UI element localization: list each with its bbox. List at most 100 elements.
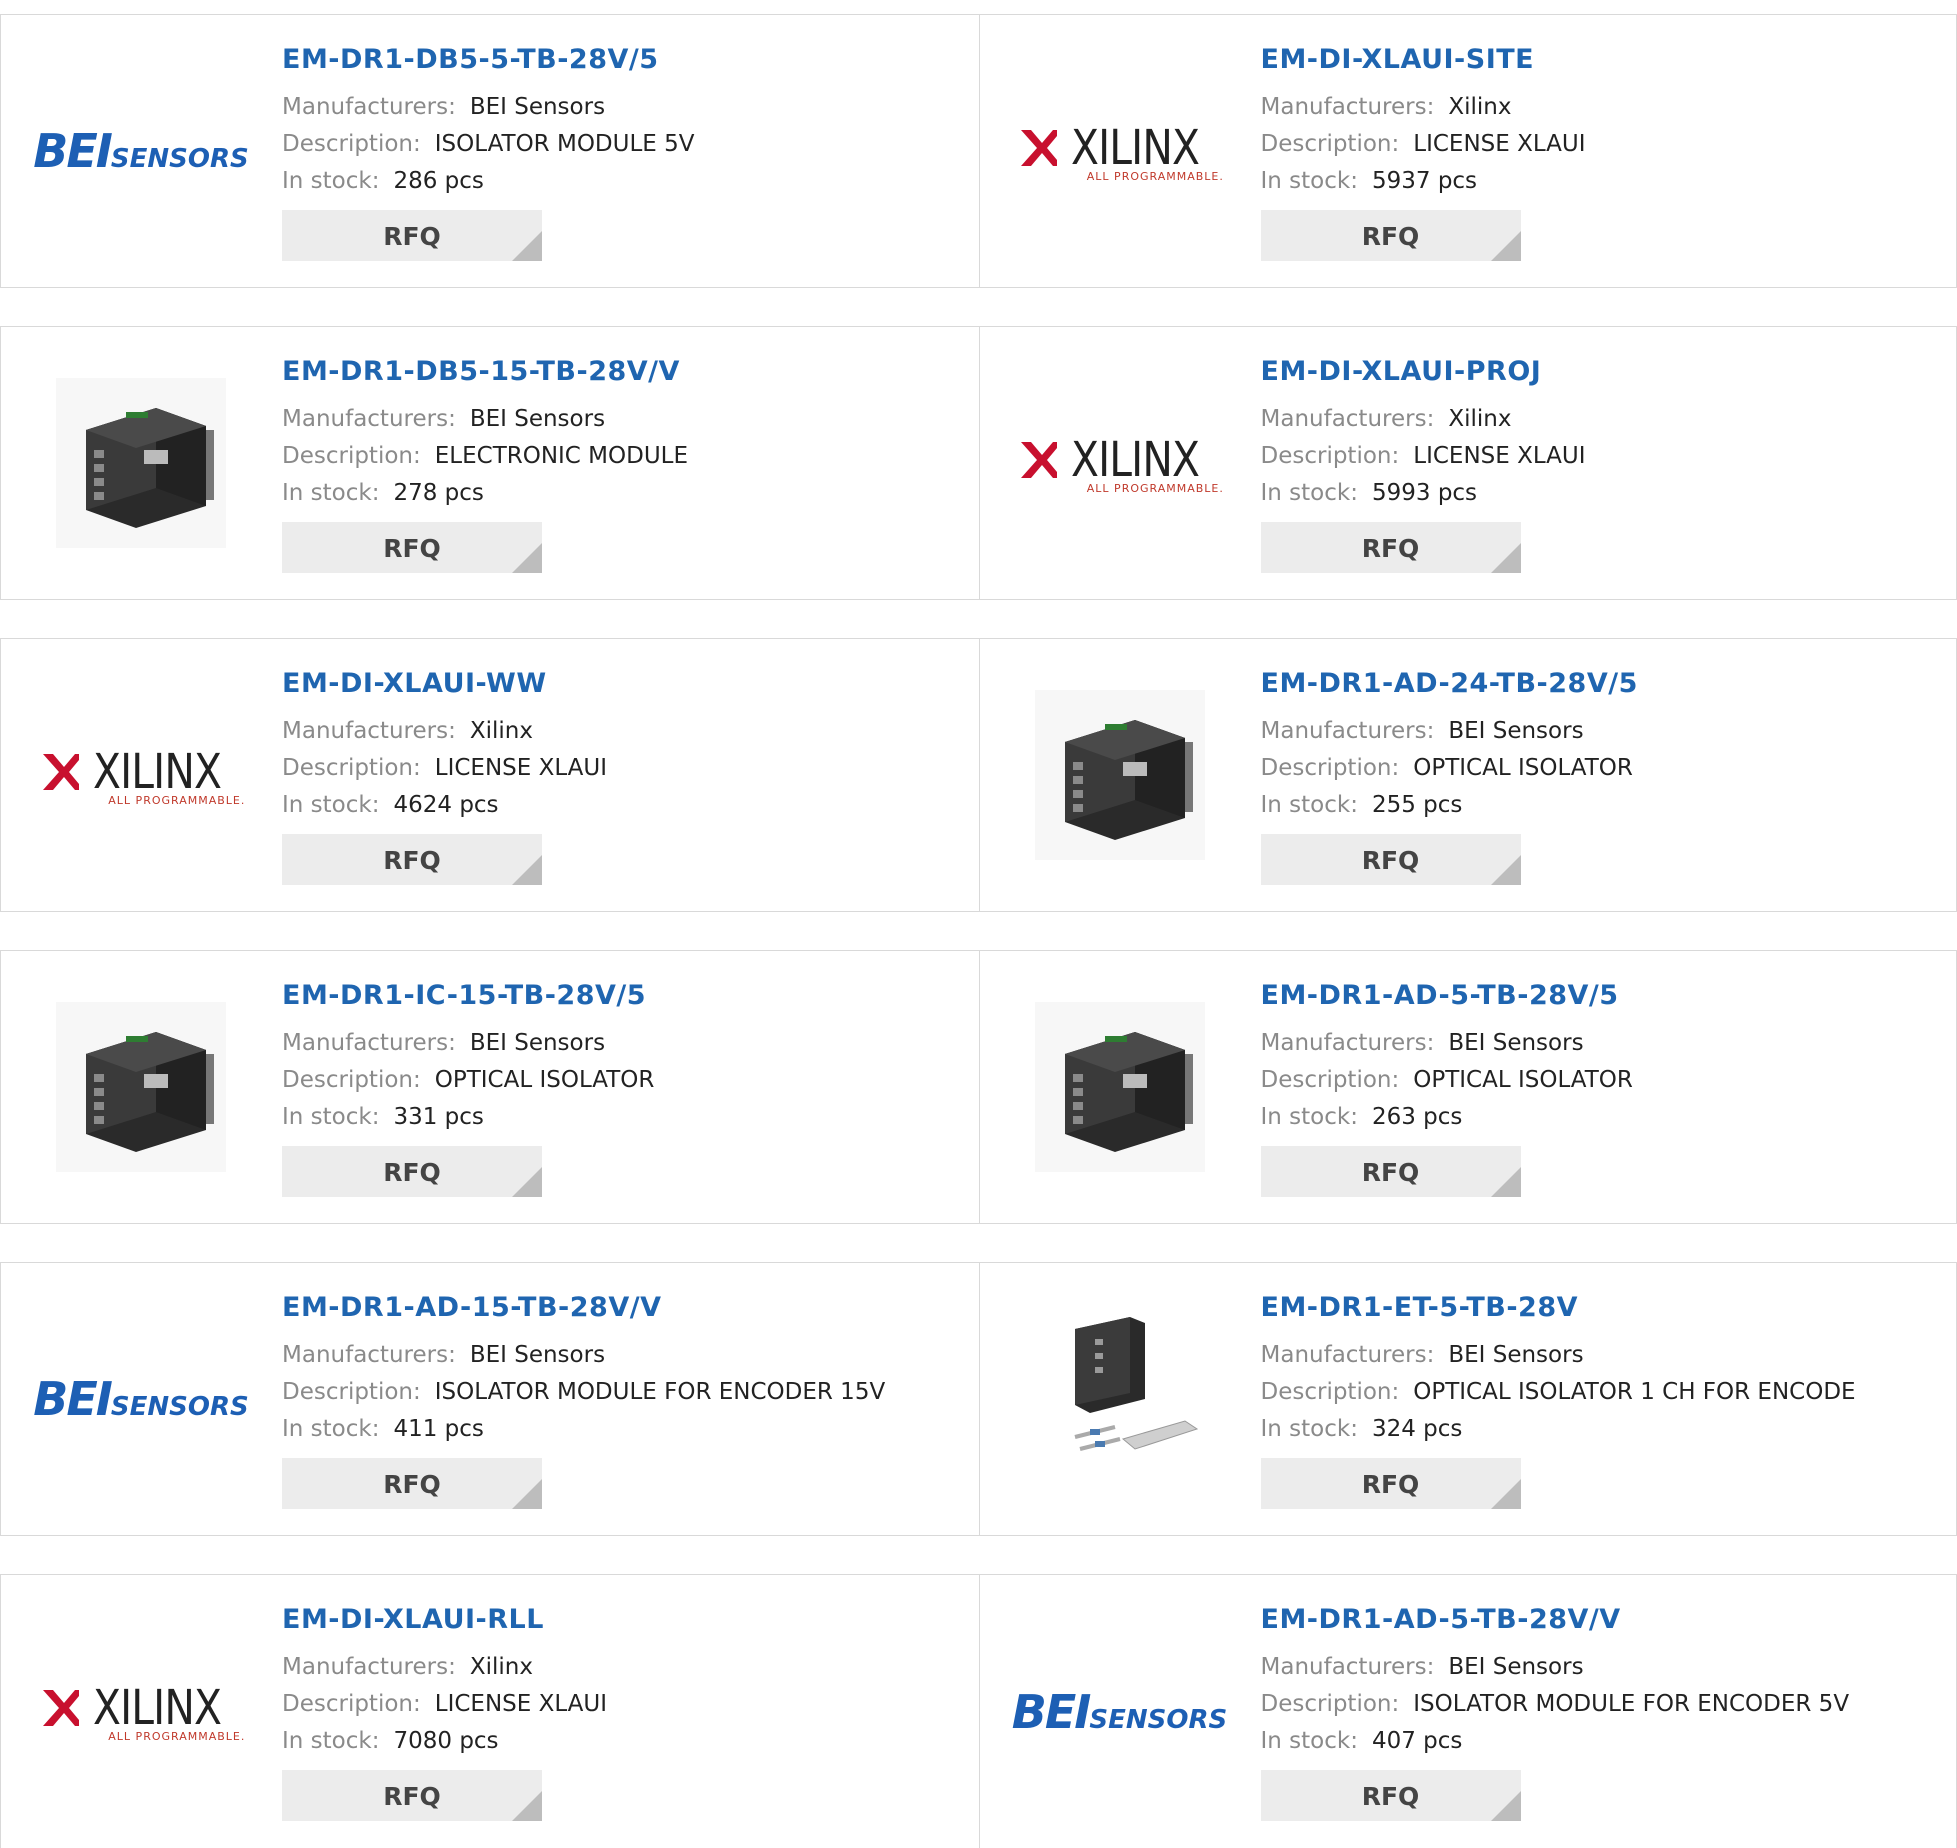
description-line: Description:OPTICAL ISOLATOR 1 CH FOR EN…: [1261, 1374, 1937, 1411]
stock-line: In stock: 411 pcs: [282, 1411, 959, 1448]
stock-line: In stock:255 pcs: [1261, 787, 1937, 824]
product-thumbnail[interactable]: BEISENSORS: [1020, 1612, 1220, 1812]
description-line: Description:LICENSE XLAUI: [1261, 438, 1937, 475]
part-number-link[interactable]: EM-DI-XLAUI-WW: [282, 667, 547, 701]
part-number-link[interactable]: EM-DR1-AD-5-TB-28V/5: [1261, 979, 1619, 1013]
stock-line: In stock:407 pcs: [1261, 1723, 1937, 1760]
product-thumbnail[interactable]: [1020, 987, 1220, 1187]
product-info: EM-DR1-IC-15-TB-28V/5 Manufacturers:BEI …: [282, 979, 959, 1201]
description-label: Description:: [1261, 443, 1400, 469]
manufacturer-label: Manufacturers:: [282, 406, 456, 432]
bei-sensors-logo: BEISENSORS: [33, 1372, 248, 1426]
manufacturer-line: Manufacturers:Xilinx: [282, 1649, 959, 1686]
rfq-button[interactable]: RFQ: [1261, 834, 1521, 885]
stock-value: 263 pcs: [1372, 1104, 1462, 1130]
description-line: Description:ISOLATOR MODULE 5V: [282, 126, 959, 163]
product-thumbnail[interactable]: BEISENSORS: [41, 51, 241, 251]
rfq-button[interactable]: RFQ: [282, 1770, 542, 1821]
product-row: EM-DR1-IC-15-TB-28V/5 Manufacturers:BEI …: [0, 950, 1957, 1224]
part-number-link[interactable]: EM-DR1-AD-5-TB-28V/V: [1261, 1603, 1621, 1637]
rfq-button[interactable]: RFQ: [1261, 1770, 1521, 1821]
bei-sensors-logo: BEISENSORS: [33, 124, 248, 178]
description-line: Description:LICENSE XLAUI: [282, 750, 959, 787]
product-info: EM-DR1-AD-5-TB-28V/5 Manufacturers:BEI S…: [1261, 979, 1937, 1201]
product-thumbnail[interactable]: [41, 363, 241, 563]
product-card: XILINX ALL PROGRAMMABLE. EM-DI-XLAUI-WW …: [0, 639, 979, 911]
description-value: LICENSE XLAUI: [1413, 131, 1585, 157]
manufacturer-label: Manufacturers:: [282, 718, 456, 744]
rfq-button[interactable]: RFQ: [282, 1458, 542, 1509]
xilinx-mark-icon: [39, 750, 83, 794]
product-card: XILINX ALL PROGRAMMABLE. EM-DI-XLAUI-SIT…: [979, 15, 1957, 287]
part-number-link[interactable]: EM-DI-XLAUI-RLL: [282, 1603, 544, 1637]
xilinx-logo: XILINX ALL PROGRAMMABLE.: [1017, 120, 1222, 183]
manufacturer-line: Manufacturers:Xilinx: [282, 713, 959, 750]
product-thumbnail[interactable]: [1020, 1299, 1220, 1499]
xilinx-logo: XILINX ALL PROGRAMMABLE.: [39, 744, 244, 807]
description-label: Description:: [1261, 1691, 1400, 1717]
rfq-button-label: RFQ: [1261, 1782, 1521, 1811]
manufacturer-label: Manufacturers:: [282, 1342, 456, 1368]
part-number-link[interactable]: EM-DR1-DB5-5-TB-28V/5: [282, 43, 659, 77]
rfq-button[interactable]: RFQ: [282, 522, 542, 573]
rfq-button[interactable]: RFQ: [1261, 1458, 1521, 1509]
stock-value: 411 pcs: [393, 1416, 483, 1442]
part-number-link[interactable]: EM-DR1-ET-5-TB-28V: [1261, 1291, 1579, 1325]
manufacturer-line: Manufacturers:BEI Sensors: [1261, 1337, 1937, 1374]
product-thumbnail[interactable]: [1020, 675, 1220, 875]
description-value: ISOLATOR MODULE FOR ENCODER 5V: [1413, 1691, 1849, 1717]
rfq-button[interactable]: RFQ: [1261, 1146, 1521, 1197]
product-thumbnail[interactable]: XILINX ALL PROGRAMMABLE.: [1020, 363, 1220, 563]
description-line: Description:OPTICAL ISOLATOR: [1261, 750, 1937, 787]
stock-label: In stock:: [282, 168, 379, 194]
manufacturer-label: Manufacturers:: [1261, 94, 1435, 120]
stock-value: 5993 pcs: [1372, 480, 1477, 506]
stock-line: In stock:324 pcs: [1261, 1411, 1937, 1448]
button-corner-decoration: [512, 543, 542, 573]
product-thumbnail[interactable]: XILINX ALL PROGRAMMABLE.: [41, 675, 241, 875]
rfq-button[interactable]: RFQ: [282, 210, 542, 261]
product-card: EM-DR1-ET-5-TB-28V Manufacturers:BEI Sen…: [979, 1263, 1957, 1535]
product-thumbnail[interactable]: BEISENSORS: [41, 1299, 241, 1499]
rfq-button-label: RFQ: [1261, 1158, 1521, 1187]
rfq-button[interactable]: RFQ: [282, 834, 542, 885]
rfq-button[interactable]: RFQ: [1261, 210, 1521, 261]
product-info: EM-DI-XLAUI-PROJ Manufacturers:Xilinx De…: [1261, 355, 1937, 577]
part-number-link[interactable]: EM-DI-XLAUI-SITE: [1261, 43, 1535, 77]
button-corner-decoration: [1491, 1167, 1521, 1197]
description-value: OPTICAL ISOLATOR: [1413, 755, 1633, 781]
description-label: Description:: [282, 1691, 421, 1717]
manufacturer-label: Manufacturers:: [1261, 718, 1435, 744]
product-info: EM-DR1-AD-15-TB-28V/V Manufacturers:BEI …: [282, 1291, 959, 1513]
stock-label: In stock:: [282, 1416, 379, 1442]
description-value: ISOLATOR MODULE FOR ENCODER 15V: [435, 1379, 885, 1405]
button-corner-decoration: [512, 1791, 542, 1821]
description-value: LICENSE XLAUI: [435, 1691, 607, 1717]
description-value: LICENSE XLAUI: [435, 755, 607, 781]
part-number-link[interactable]: EM-DI-XLAUI-PROJ: [1261, 355, 1542, 389]
rfq-button[interactable]: RFQ: [282, 1146, 542, 1197]
part-number-link[interactable]: EM-DR1-AD-24-TB-28V/5: [1261, 667, 1638, 701]
part-number-link[interactable]: EM-DR1-DB5-15-TB-28V/V: [282, 355, 680, 389]
xilinx-logo: XILINX ALL PROGRAMMABLE.: [39, 1680, 244, 1743]
stock-line: In stock:278 pcs: [282, 475, 959, 512]
product-thumbnail[interactable]: [41, 987, 241, 1187]
stock-label: In stock:: [1261, 1104, 1358, 1130]
isolator-module-image: [56, 1002, 226, 1172]
manufacturer-value: BEI Sensors: [470, 94, 605, 120]
rfq-button-label: RFQ: [282, 534, 542, 563]
isolator-module-image: [56, 378, 226, 548]
description-line: Description:OPTICAL ISOLATOR: [282, 1062, 959, 1099]
manufacturer-value: BEI Sensors: [470, 406, 605, 432]
product-thumbnail[interactable]: XILINX ALL PROGRAMMABLE.: [1020, 51, 1220, 251]
stock-value: 255 pcs: [1372, 792, 1462, 818]
stock-value: 278 pcs: [393, 480, 483, 506]
part-number-link[interactable]: EM-DR1-AD-15-TB-28V/V: [282, 1291, 661, 1325]
product-thumbnail[interactable]: XILINX ALL PROGRAMMABLE.: [41, 1612, 241, 1812]
part-number-link[interactable]: EM-DR1-IC-15-TB-28V/5: [282, 979, 646, 1013]
product-card: XILINX ALL PROGRAMMABLE. EM-DI-XLAUI-PRO…: [979, 327, 1957, 599]
manufacturer-line: Manufacturers:BEI Sensors: [282, 1025, 959, 1062]
rfq-button[interactable]: RFQ: [1261, 522, 1521, 573]
button-corner-decoration: [1491, 1479, 1521, 1509]
description-value: ISOLATOR MODULE 5V: [435, 131, 695, 157]
